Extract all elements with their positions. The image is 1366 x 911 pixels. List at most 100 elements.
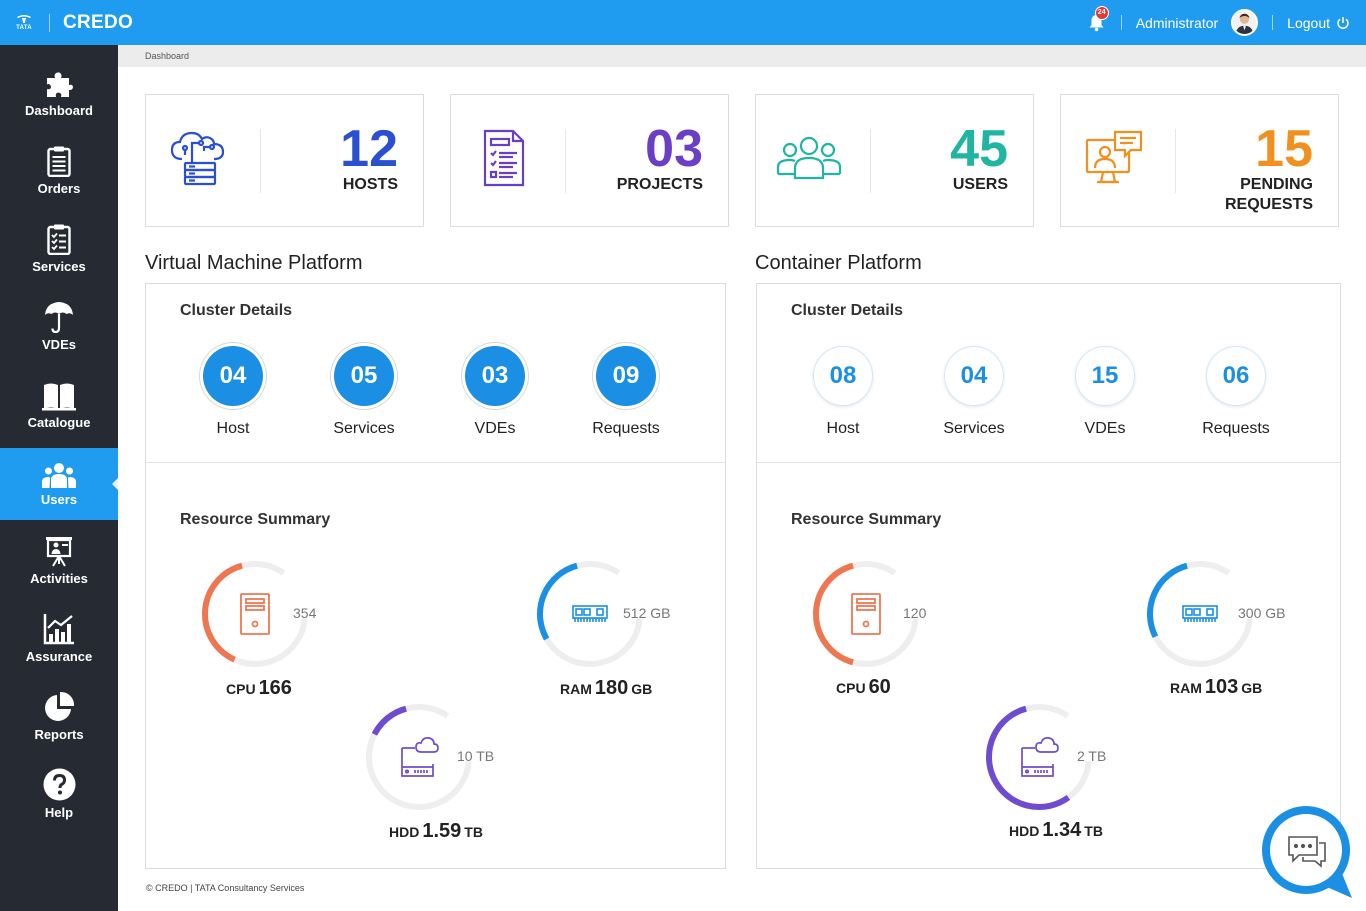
stat-value: 12	[340, 120, 398, 178]
sidebar-item-catalogue[interactable]: Catalogue	[0, 375, 118, 447]
user-name[interactable]: Administrator	[1136, 15, 1218, 31]
vm-platform-panel: Cluster Details 04 Host 05 Services 03 V…	[145, 283, 726, 869]
cluster-label: Requests	[592, 420, 660, 437]
group-icon	[774, 125, 844, 191]
stat-divider	[1175, 129, 1176, 193]
sidebar-label: Assurance	[25, 649, 93, 664]
stat-card-hosts[interactable]: 12 HOSTS	[145, 94, 424, 227]
logout-label: Logout	[1287, 14, 1330, 31]
cluster-item-services[interactable]: 05 Services	[304, 346, 424, 438]
sidebar-label: Help	[44, 805, 74, 820]
breadcrumb-bar: Dashboard	[118, 45, 1366, 67]
panel-divider	[757, 462, 1340, 463]
notifications-button[interactable]: 24	[1087, 5, 1109, 34]
cluster-label: Services	[943, 420, 1005, 437]
sidebar-item-users[interactable]: Users	[0, 448, 118, 520]
stat-label: USERS	[952, 176, 1008, 193]
cpu-total: 354	[293, 605, 317, 621]
chart-icon	[43, 614, 74, 645]
top-separator	[1120, 15, 1122, 30]
cluster-label: Host	[826, 420, 860, 437]
panel-divider	[146, 462, 725, 463]
cloud-server-icon	[164, 125, 234, 191]
stat-value: 45	[950, 120, 1008, 178]
puzzle-icon	[47, 72, 73, 97]
ram-total: 512 GB	[623, 605, 671, 621]
stat-divider	[260, 129, 261, 193]
gauge-value-arc	[371, 705, 407, 736]
ram-total: 300 GB	[1238, 605, 1286, 621]
stat-label: PROJECTS	[616, 176, 703, 193]
sidebar-item-activities[interactable]: Activities	[0, 531, 118, 603]
ram-value: RAM 103 GB	[1170, 676, 1263, 698]
avatar[interactable]	[1231, 9, 1259, 36]
cluster-item-vdes[interactable]: 03 VDEs	[435, 346, 555, 438]
ram-value: RAM 180 GB	[560, 677, 653, 699]
sidebar-item-dashboard[interactable]: Dashboard	[0, 63, 118, 135]
cluster-item-host[interactable]: 08 Host	[783, 346, 903, 438]
cluster-item-host[interactable]: 04 Host	[173, 346, 293, 438]
breadcrumb[interactable]: Dashboard	[145, 51, 189, 61]
cloud-storage-icon	[399, 735, 439, 779]
cloud-storage-icon	[1019, 735, 1059, 779]
server-tower-icon	[846, 592, 886, 636]
presentation-icon	[46, 537, 72, 567]
stat-divider	[565, 129, 566, 193]
clipboard-icon	[47, 146, 71, 177]
sidebar-label: Dashboard	[25, 103, 93, 118]
power-icon	[1337, 16, 1349, 29]
cpu-value: CPU 60	[836, 676, 891, 698]
hdd-value: HDD 1.59 TB	[389, 820, 483, 842]
cluster-count: 06	[1206, 346, 1266, 406]
umbrella-icon	[45, 302, 73, 333]
cluster-count: 03	[465, 346, 525, 406]
memory-chip-icon	[570, 592, 610, 636]
cluster-count: 04	[944, 346, 1004, 406]
stat-card-users[interactable]: 45 USERS	[755, 94, 1034, 227]
cluster-count: 05	[334, 346, 394, 406]
cluster-item-requests[interactable]: 09 Requests	[566, 346, 686, 438]
sidebar-item-help[interactable]: Help	[0, 765, 118, 837]
stat-value: 15	[1255, 120, 1313, 178]
top-separator	[1272, 15, 1274, 30]
chat-button[interactable]	[1259, 805, 1353, 899]
resource-summary-title: Resource Summary	[180, 511, 331, 528]
cluster-label: Services	[333, 420, 395, 437]
document-list-icon	[469, 125, 539, 191]
server-tower-icon	[235, 592, 275, 636]
cluster-count: 15	[1075, 346, 1135, 406]
resource-summary-title: Resource Summary	[791, 511, 942, 528]
memory-chip-icon	[1180, 592, 1220, 636]
cluster-item-vdes[interactable]: 15 VDEs	[1045, 346, 1165, 438]
help-icon	[43, 768, 75, 801]
brand-separator	[49, 13, 50, 32]
stat-label: HOSTS	[342, 176, 398, 193]
sidebar-item-assurance[interactable]: Assurance	[0, 609, 118, 681]
sidebar-item-vdes[interactable]: VDEs	[0, 297, 118, 369]
cluster-label: Host	[216, 420, 250, 437]
cluster-item-requests[interactable]: 06 Requests	[1176, 346, 1296, 438]
container-platform-title: Container Platform	[755, 252, 922, 274]
stat-value: 03	[645, 120, 703, 178]
cluster-label: Requests	[1202, 420, 1270, 437]
stat-card-pending-requests[interactable]: 15 PENDING REQUESTS	[1060, 94, 1339, 227]
sidebar-label: Activities	[30, 571, 88, 586]
sidebar-item-services[interactable]: Services	[0, 219, 118, 291]
stat-label: PENDING REQUESTS	[1224, 176, 1313, 213]
sidebar-item-orders[interactable]: Orders	[0, 141, 118, 213]
stat-card-projects[interactable]: 03 PROJECTS	[450, 94, 729, 227]
brand[interactable]: TATA CREDO	[0, 0, 133, 45]
cluster-item-services[interactable]: 04 Services	[914, 346, 1034, 438]
sidebar-item-reports[interactable]: Reports	[0, 687, 118, 759]
footer-text: © CREDO | TATA Consultancy Services	[146, 883, 305, 893]
sidebar-label: VDEs	[42, 337, 76, 352]
hdd-value: HDD 1.34 TB	[1009, 819, 1103, 841]
support-desk-icon	[1079, 125, 1149, 191]
sidebar: Dashboard Orders Services VDEs Catalogue…	[0, 45, 118, 911]
logout-button[interactable]: Logout	[1287, 15, 1350, 31]
stat-divider	[870, 129, 871, 193]
sidebar-label: Services	[32, 259, 86, 274]
cluster-count: 04	[203, 346, 263, 406]
notification-badge: 24	[1094, 5, 1109, 20]
cluster-label: VDEs	[474, 420, 516, 437]
